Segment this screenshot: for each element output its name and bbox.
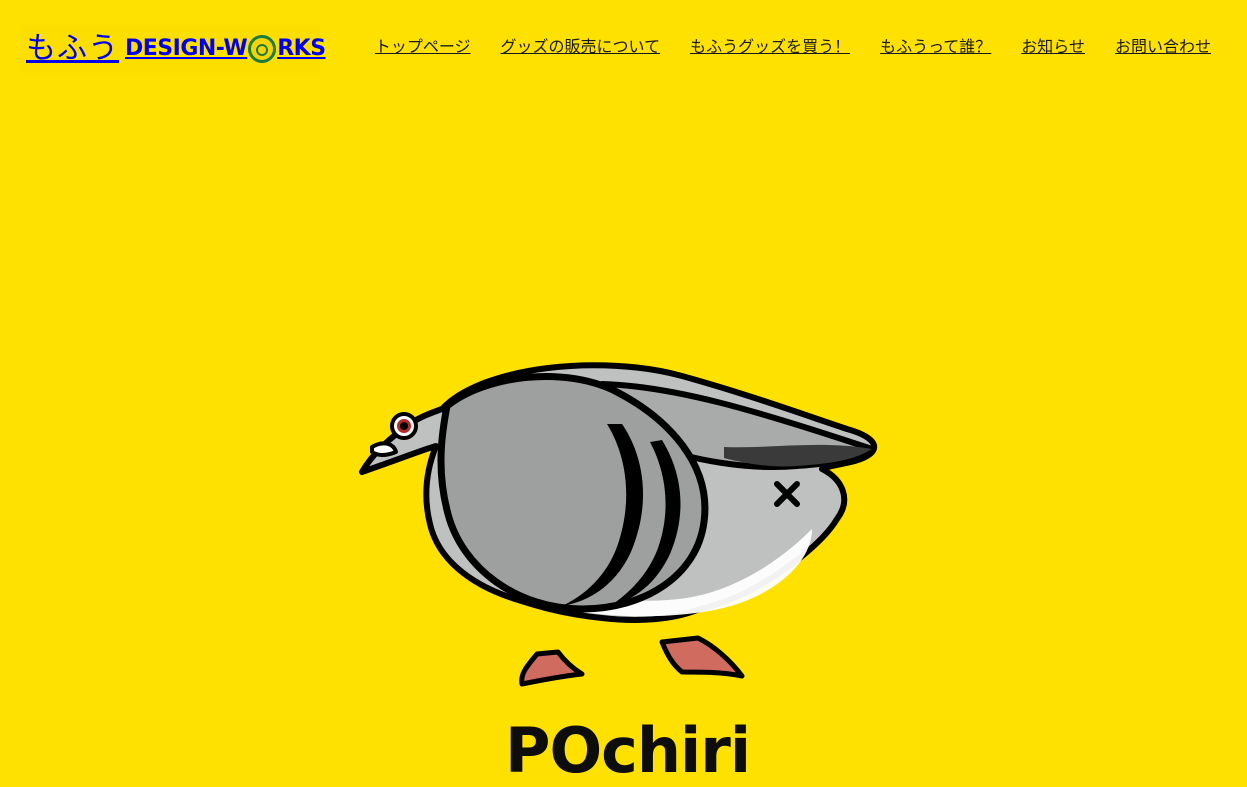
site-logo[interactable]: もふう DESIGN-W RKS xyxy=(20,25,326,73)
nav-item-buy-goods[interactable]: もふうグッズを買う！ xyxy=(690,34,850,60)
site-header: もふう DESIGN-W RKS トップページ グッズの販売について もふうグッ… xyxy=(0,0,1247,92)
logo-en-text: DESIGN-W RKS xyxy=(125,35,326,63)
nav-item-about[interactable]: もふうって誰？ xyxy=(880,34,991,60)
logo-jp-text: もふう xyxy=(26,31,119,66)
nav-item-goods-sales[interactable]: グッズの販売について xyxy=(501,34,661,60)
nav-item-top[interactable]: トップページ xyxy=(375,34,471,60)
pigeon-illustration xyxy=(359,362,878,687)
hero: POchiri xyxy=(0,92,1247,782)
pineapple-o-icon xyxy=(248,35,277,63)
hero-title: POchiri xyxy=(505,714,751,787)
nav-item-news[interactable]: お知らせ xyxy=(1021,34,1085,60)
nav-item-contact[interactable]: お問い合わせ xyxy=(1115,34,1211,60)
logo-en-left: DESIGN-W xyxy=(125,36,248,61)
logo-en-right: RKS xyxy=(277,36,326,61)
main-nav: トップページ グッズの販売について もふうグッズを買う！ もふうって誰？ お知ら… xyxy=(375,34,1211,60)
